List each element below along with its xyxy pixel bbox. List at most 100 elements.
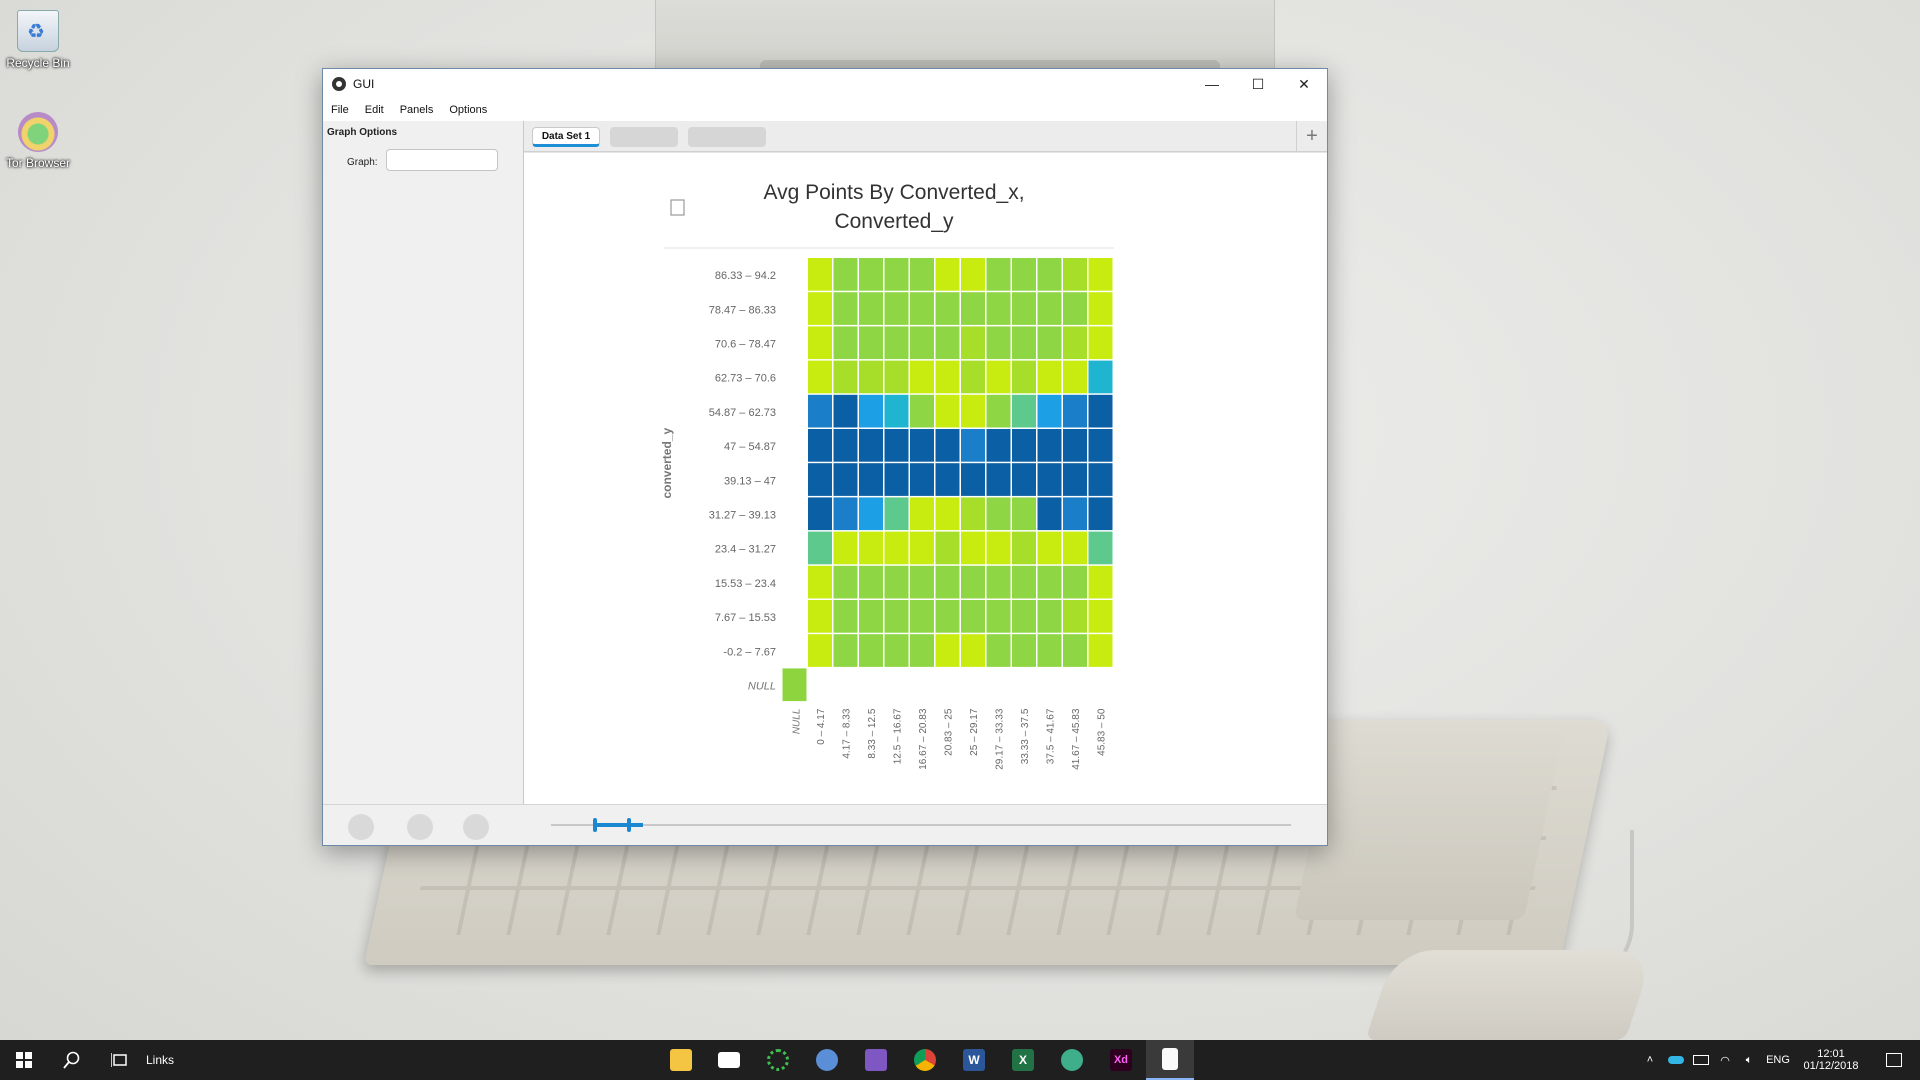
desktop-icon-tor-browser[interactable]: Tor Browser	[0, 112, 80, 170]
taskbar-spinner-app[interactable]	[754, 1040, 802, 1080]
x-tick-label: 8.33 – 12.5	[867, 708, 878, 758]
heatmap-cell	[833, 497, 858, 531]
heatmap-cell	[1063, 394, 1087, 428]
search-icon	[63, 1051, 80, 1069]
tab-data-set-1[interactable]: Data Set 1	[532, 127, 600, 147]
heatmap-cell	[1037, 565, 1062, 599]
heatmap-cell	[859, 292, 883, 325]
heatmap-cell	[884, 565, 909, 599]
taskbar-mail[interactable]	[705, 1040, 753, 1080]
bottom-button-2[interactable]	[407, 814, 433, 840]
tray-network[interactable]: ◠	[1714, 1040, 1736, 1080]
heatmap-cell	[961, 394, 985, 428]
y-tick-label: -0.2 – 7.67	[723, 646, 776, 658]
heatmap-cell	[1012, 429, 1036, 462]
heatmap-cell	[935, 463, 960, 496]
heatmap-cell	[808, 531, 832, 565]
desktop-icon-recycle-bin[interactable]: Recycle Bin	[0, 10, 80, 70]
heatmap-cell	[884, 258, 909, 291]
heatmap-cell	[1088, 394, 1113, 428]
tab-strip: Data Set 1 +	[524, 121, 1327, 152]
search-button[interactable]	[48, 1040, 96, 1080]
tab-placeholder-3[interactable]	[688, 127, 766, 147]
tray-volume[interactable]: 🔈︎	[1738, 1040, 1760, 1080]
clock-time: 12:01	[1817, 1048, 1845, 1060]
bottom-button-3[interactable]	[463, 814, 489, 840]
export-icon	[670, 199, 685, 216]
taskbar-excel[interactable]: X	[999, 1040, 1047, 1080]
tor-browser-icon	[18, 112, 58, 152]
chart-area: Avg Points By Converted_x, Converted_y 86.…	[524, 152, 1327, 805]
tray-onedrive[interactable]	[1665, 1040, 1687, 1080]
x-tick-label: 16.67 – 20.83	[918, 708, 929, 770]
taskbar-adobe-xd[interactable]: Xd	[1097, 1040, 1145, 1080]
range-slider-handle-end[interactable]	[627, 818, 631, 832]
taskbar-r-studio[interactable]	[803, 1040, 851, 1080]
heatmap-cell	[986, 531, 1011, 565]
heatmap-cell	[833, 360, 858, 394]
wallpaper-mouse	[1365, 950, 1655, 1040]
x-tick-label: 20.83 – 25	[943, 708, 954, 756]
bottom-button-1[interactable]	[348, 814, 374, 840]
links-toolbar[interactable]: Links	[146, 1040, 206, 1080]
y-tick-label: 70.6 – 78.47	[715, 339, 776, 351]
taskbar-green-app[interactable]	[1048, 1040, 1096, 1080]
taskbar-word[interactable]: W	[950, 1040, 998, 1080]
x-tick-null-label: NULL	[791, 709, 802, 735]
heatmap-cell	[1012, 497, 1036, 531]
range-slider-track[interactable]	[551, 824, 1291, 826]
menu-options[interactable]: Options	[441, 104, 495, 116]
heatmap-cell	[1063, 326, 1087, 360]
minimize-button[interactable]: —	[1189, 69, 1235, 99]
taskbar-notepad-active[interactable]	[1146, 1040, 1194, 1080]
action-center-button[interactable]	[1874, 1040, 1914, 1080]
start-button[interactable]	[0, 1040, 48, 1080]
heatmap-cell	[935, 326, 960, 360]
menu-panels[interactable]: Panels	[392, 104, 442, 116]
taskbar-chrome[interactable]	[901, 1040, 949, 1080]
green-app-icon	[1061, 1049, 1083, 1071]
bottom-bar	[323, 804, 1327, 845]
graph-options-panel: Graph Options Graph:	[323, 127, 524, 805]
desktop-icon-label: Recycle Bin	[6, 56, 70, 70]
taskbar-visual-studio[interactable]	[852, 1040, 900, 1080]
heatmap-cell	[808, 326, 832, 360]
tray-clock[interactable]: 12:01 01/12/2018	[1796, 1040, 1866, 1080]
menu-edit[interactable]: Edit	[357, 104, 392, 116]
graph-input[interactable]	[386, 149, 498, 171]
heatmap-cell	[808, 258, 832, 291]
taskbar-file-explorer[interactable]	[657, 1040, 705, 1080]
heatmap-cell	[859, 497, 883, 531]
x-tick-label: 25 – 29.17	[969, 708, 980, 756]
menu-file[interactable]: File	[323, 104, 357, 116]
heatmap-cell	[833, 531, 858, 565]
heatmap-cell	[961, 463, 985, 496]
spinner-icon	[767, 1049, 789, 1071]
range-slider-handle-start[interactable]	[593, 818, 597, 832]
add-tab-button[interactable]: +	[1296, 121, 1327, 151]
chart-title: Avg Points By Converted_x,	[763, 181, 1024, 204]
cloud-icon	[1668, 1056, 1684, 1064]
heatmap-cell	[961, 497, 985, 531]
maximize-button[interactable]: ☐	[1235, 69, 1281, 99]
recycle-bin-icon	[17, 10, 59, 52]
x-tick-label: 12.5 – 16.67	[892, 708, 903, 764]
tab-placeholder-2[interactable]	[610, 127, 678, 147]
windows-icon	[16, 1052, 32, 1068]
tray-chevron[interactable]: ˄	[1640, 1040, 1660, 1080]
tray-battery[interactable]	[1690, 1040, 1712, 1080]
heatmap-cell	[961, 292, 985, 325]
close-button[interactable]: ✕	[1281, 69, 1327, 99]
heatmap-cell	[961, 326, 985, 360]
heatmap-cell	[910, 326, 934, 360]
heatmap-cell	[986, 360, 1011, 394]
heatmap-cell	[935, 258, 960, 291]
heatmap-cell	[1063, 497, 1087, 531]
heatmap-cell	[859, 394, 883, 428]
heatmap-cell	[884, 531, 909, 565]
heatmap-cell	[986, 394, 1011, 428]
tray-language[interactable]: ENG	[1762, 1040, 1794, 1080]
panel-title: Graph Options	[327, 127, 397, 138]
title-bar[interactable]: GUI — ☐ ✕	[323, 69, 1327, 99]
task-view-button[interactable]	[96, 1040, 144, 1080]
